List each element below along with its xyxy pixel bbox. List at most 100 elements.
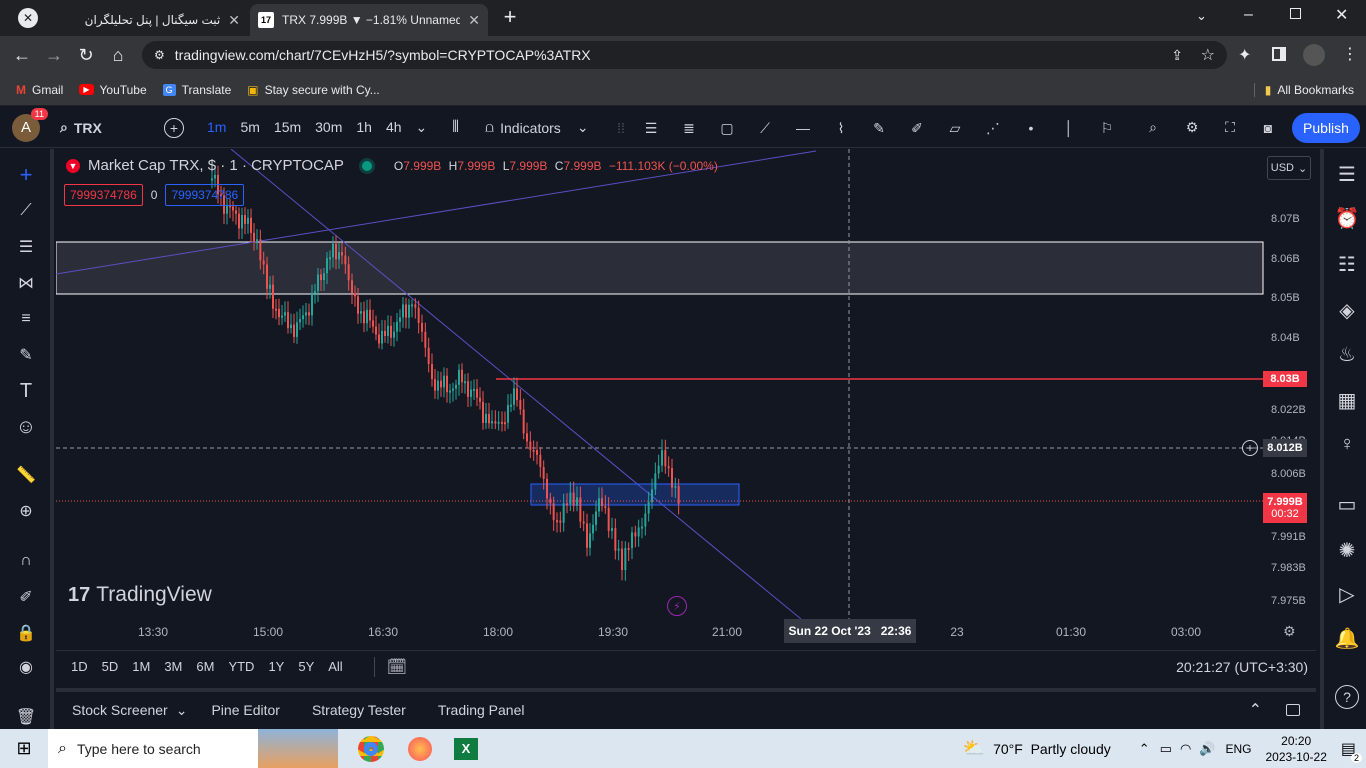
timeframe-1h[interactable]: 1h	[349, 119, 379, 136]
user-avatar[interactable]: A 11	[12, 107, 48, 142]
publish-button[interactable]: Publish	[1292, 113, 1360, 143]
dot-icon[interactable]: •	[1012, 109, 1050, 147]
range-all[interactable]: All	[321, 659, 349, 674]
pitchfork-icon[interactable]: ☰	[632, 109, 670, 147]
purple-trendline-down[interactable]	[230, 149, 802, 620]
crosshair-icon[interactable]: +	[8, 159, 44, 191]
blue-zone-box[interactable]	[530, 483, 740, 506]
layers-icon[interactable]: ◈	[1330, 293, 1364, 327]
range-1m[interactable]: 1M	[125, 659, 157, 674]
action-center-icon[interactable]: ▤ 2	[1341, 739, 1362, 763]
timeframe-5m[interactable]: 5m	[233, 119, 266, 136]
hotlists-flame-icon[interactable]: ♨	[1330, 337, 1364, 371]
rectangle-icon[interactable]: ▢	[708, 109, 746, 147]
calendar-icon[interactable]: ▦	[1330, 383, 1364, 417]
lock-drawing-icon[interactable]: ✐	[8, 581, 44, 613]
extensions-icon[interactable]: ✦	[1238, 45, 1251, 65]
eye-icon[interactable]: ◉	[8, 651, 44, 683]
taskbar-search-box[interactable]: ⌕ Type here to search	[48, 729, 338, 768]
chat-icon[interactable]: ▭	[1330, 487, 1364, 521]
timeframe-30m[interactable]: 30m	[308, 119, 349, 136]
time-axis-settings-icon[interactable]: ⚙	[1283, 623, 1296, 640]
url-field[interactable]: ⚙ tradingview.com/chart/7CEvHzH5/?symbol…	[142, 41, 1227, 69]
replay-icon[interactable]: ▷	[1330, 577, 1364, 611]
browser-tab-signal[interactable]: ثبت سیگنال | پنل تحلیلگران ✕	[52, 4, 248, 36]
firefox-taskbar-icon[interactable]	[408, 736, 432, 761]
range-1d[interactable]: 1D	[64, 659, 95, 674]
highlighter-icon[interactable]: ✐	[898, 109, 936, 147]
range-ytd[interactable]: YTD	[221, 659, 261, 674]
clock-timezone[interactable]: 20:21:27 (UTC+3:30)	[1176, 659, 1308, 675]
share-icon[interactable]: ⇪	[1171, 47, 1183, 64]
tab-strategy-tester[interactable]: Strategy Tester	[312, 702, 406, 718]
magnet-icon[interactable]: ∩	[8, 545, 44, 577]
close-tab-icon[interactable]: ✕	[228, 12, 240, 29]
range-5d[interactable]: 5D	[95, 659, 126, 674]
zoom-icon[interactable]: ⌕	[1134, 109, 1172, 147]
new-tab-button[interactable]: +	[498, 4, 522, 32]
taskbar-clock[interactable]: 20:20 2023-10-22	[1265, 733, 1326, 765]
range-1y[interactable]: 1Y	[261, 659, 291, 674]
windows-start-icon[interactable]: ⊞	[0, 738, 48, 759]
fib-tool-icon[interactable]: ⋰	[974, 109, 1012, 147]
currency-select[interactable]: USD ⌄	[1267, 156, 1311, 180]
timeframe-1m[interactable]: 1m	[200, 119, 233, 136]
back-icon[interactable]: ←	[6, 39, 38, 71]
timeframe-dropdown-icon[interactable]: ⌄	[409, 119, 435, 136]
restore-icon[interactable]	[1290, 8, 1301, 19]
tab-stock-screener[interactable]: Stock Screener ⌄	[72, 702, 187, 719]
zoom-in-icon[interactable]: ⊕	[8, 495, 44, 527]
text-tool-icon[interactable]: T	[8, 375, 44, 407]
buy-button[interactable]: 7999374786	[165, 184, 245, 206]
add-alert-plus-icon[interactable]: +	[1242, 440, 1258, 456]
candle-type-icon[interactable]: ⫴	[452, 119, 459, 137]
watchlist-icon[interactable]: ☰	[1330, 157, 1364, 191]
settings-gear-icon[interactable]: ⚙	[1173, 109, 1211, 147]
close-window-icon[interactable]: ✕	[1335, 5, 1348, 25]
tab-search-icon[interactable]: ⌄	[1196, 8, 1207, 24]
bookmark-stay-secure[interactable]: ▣ Stay secure with Cy...	[247, 83, 380, 97]
forward-icon[interactable]: →	[38, 39, 70, 71]
fullscreen-icon[interactable]: ⛶	[1211, 109, 1249, 147]
minimize-icon[interactable]: –	[1244, 6, 1253, 24]
bookmark-translate[interactable]: G Translate	[162, 83, 231, 97]
trendline-tool-icon[interactable]: ⟋	[8, 195, 44, 227]
all-bookmarks[interactable]: ▮ All Bookmarks	[1253, 82, 1354, 97]
profile-avatar[interactable]	[1303, 44, 1325, 66]
alerts-clock-icon[interactable]: ⏰	[1330, 201, 1364, 235]
legend-title[interactable]: Market Cap TRX, $ · 1 · CRYPTOCAP	[88, 157, 344, 174]
ruler-icon[interactable]: ▱	[936, 109, 974, 147]
chrome-profile-icon[interactable]: ✕	[18, 8, 38, 28]
collapse-panel-icon[interactable]: ⌃	[1249, 700, 1262, 720]
browser-tab-tradingview[interactable]: 17 TRX 7.999B ▼ −1.81% Unnamed ✕	[250, 4, 488, 36]
lightning-icon[interactable]: ⚡	[667, 596, 687, 616]
network-icon[interactable]: ▭	[1160, 741, 1172, 757]
go-to-date-icon[interactable]: 🗓	[373, 656, 407, 677]
reload-icon[interactable]: ↻	[70, 39, 102, 71]
weather-text[interactable]: 70°F Partly cloudy	[993, 741, 1111, 757]
indicators-button[interactable]: ⩍ Indicators ⌄	[485, 119, 589, 136]
language-indicator[interactable]: ENG	[1225, 742, 1251, 756]
brush-tool-icon[interactable]: ✎	[8, 339, 44, 371]
bookmark-gmail[interactable]: M Gmail	[16, 83, 63, 97]
path-icon[interactable]: ⌇	[822, 109, 860, 147]
emoji-icon[interactable]: ☺	[8, 411, 44, 443]
bookmark-youtube[interactable]: ▶ YouTube	[79, 83, 147, 97]
side-panel-icon[interactable]	[1272, 47, 1286, 61]
help-icon[interactable]: ?	[1335, 685, 1359, 709]
object-tree-icon[interactable]: ☷	[1330, 247, 1364, 281]
range-3m[interactable]: 3M	[157, 659, 189, 674]
tab-pine-editor[interactable]: Pine Editor	[211, 702, 279, 718]
camera-icon[interactable]: ◙	[1249, 109, 1287, 147]
prediction-tool-icon[interactable]: ≡	[8, 303, 44, 335]
drag-handle-icon[interactable]: ⁞⁞	[610, 109, 632, 147]
timeframe-4h[interactable]: 4h	[379, 119, 409, 136]
parallel-channel-icon[interactable]: ≣	[670, 109, 708, 147]
chrome-taskbar-icon[interactable]	[358, 735, 384, 762]
brush-icon[interactable]: ✎	[860, 109, 898, 147]
ideas-bulb-icon[interactable]: ♀	[1330, 427, 1364, 461]
bookmark-star-icon[interactable]: ☆	[1201, 45, 1215, 65]
vertical-line-icon[interactable]: │	[1050, 109, 1088, 147]
resistance-zone[interactable]	[56, 241, 1264, 295]
pattern-tool-icon[interactable]: ⋈	[8, 267, 44, 299]
